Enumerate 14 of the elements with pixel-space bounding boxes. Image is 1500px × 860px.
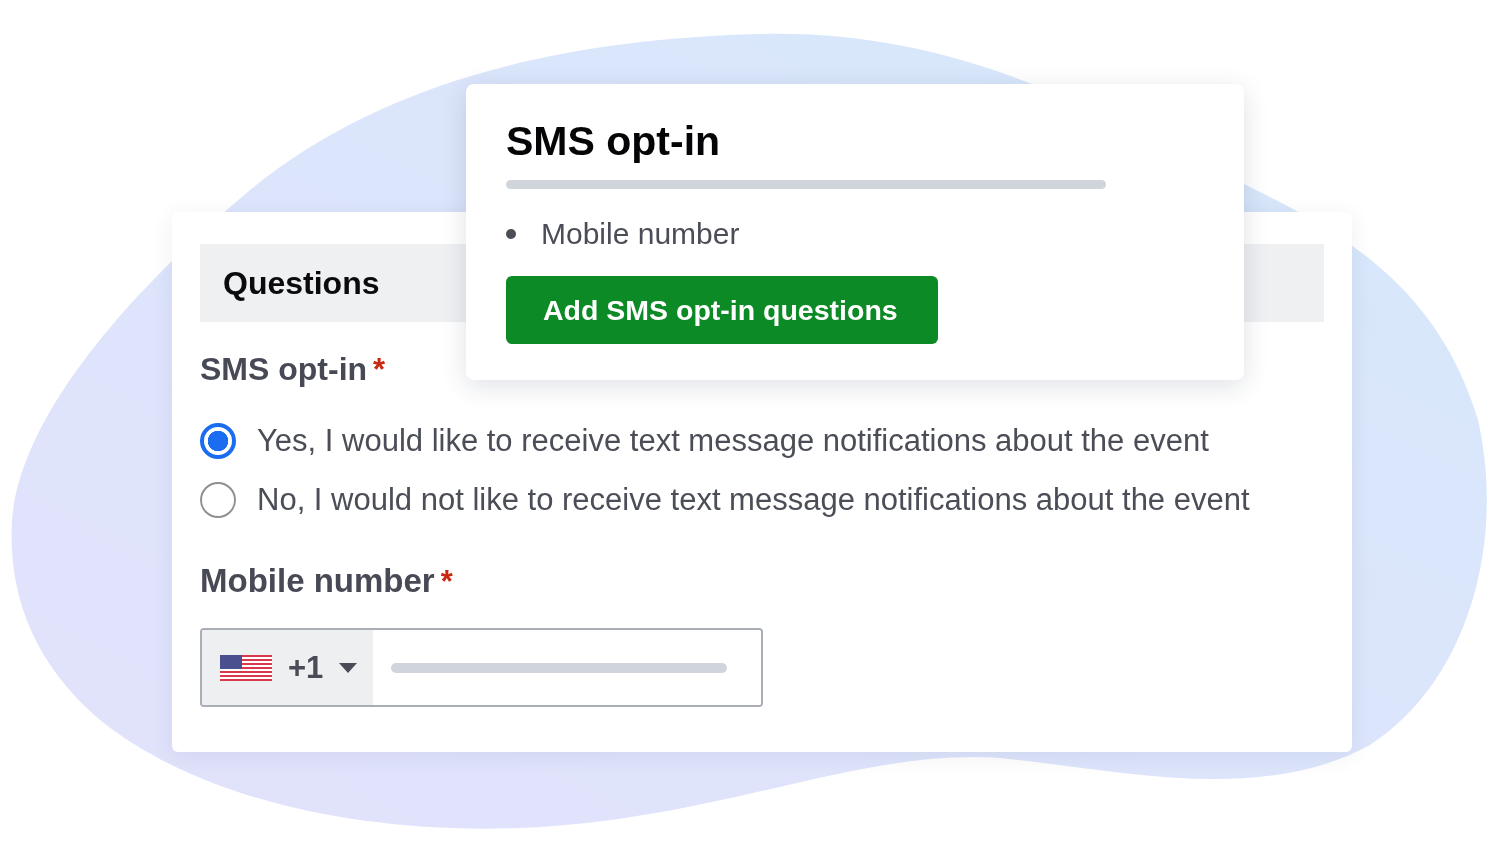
required-asterisk: * [440,564,453,600]
popup-title: SMS opt-in [506,118,722,164]
add-questions-button[interactable]: Add SMS opt-in questions [506,276,938,344]
field-label: SMS opt-in [200,351,368,388]
radio-button[interactable] [200,423,236,459]
radio-label: No, I would not like to receive text message notifications about the event [257,482,1250,518]
field-label: Mobile number [200,562,435,600]
required-asterisk: * [373,352,386,388]
radio-label: Yes, I would like to receive text message notifications about the event [257,423,1209,459]
bullet-icon [506,229,516,239]
flag-icon [220,654,272,681]
caret-icon [339,662,358,673]
radio-button[interactable] [200,482,236,518]
country-code-select[interactable]: +1 [202,630,373,705]
